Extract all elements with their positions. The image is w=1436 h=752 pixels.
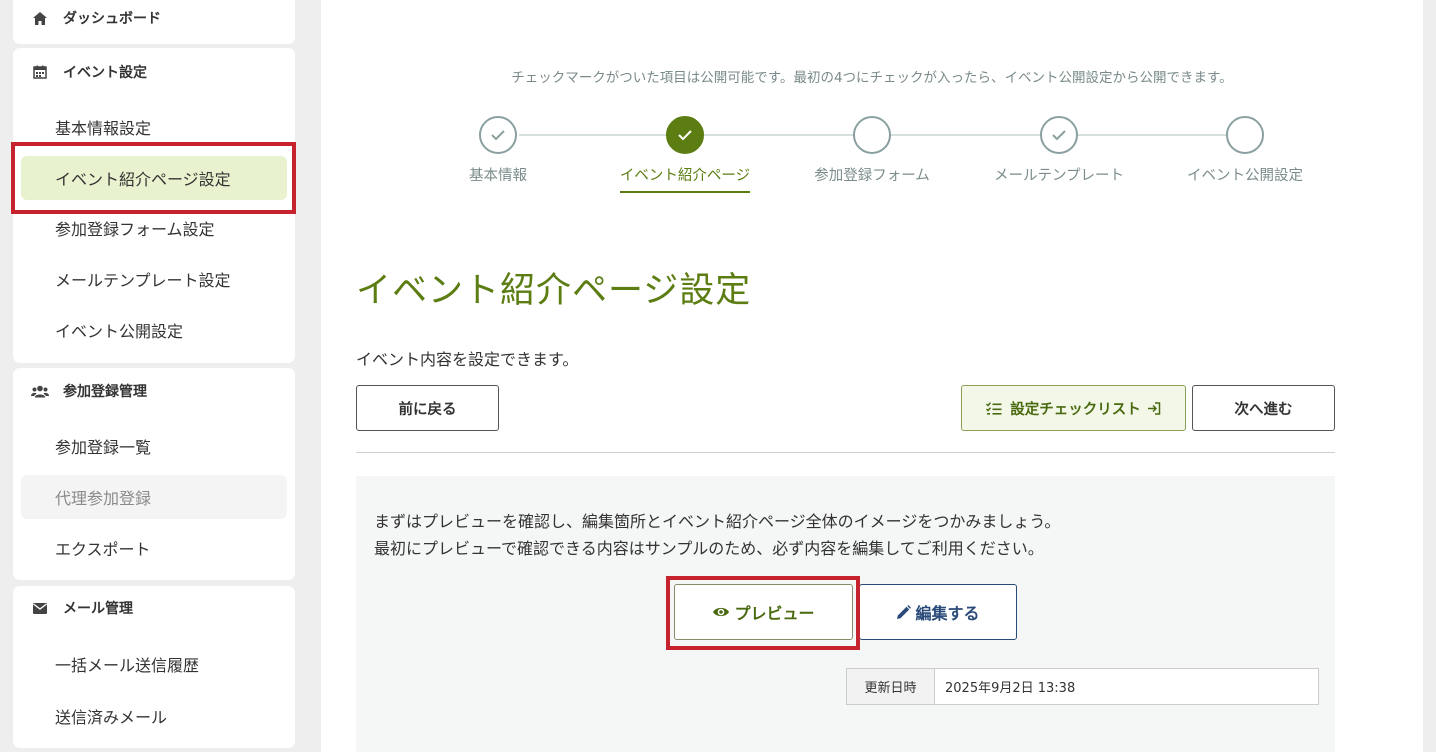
list-check-icon (986, 401, 1002, 415)
sidebar-item-label: 参加登録一覧 (55, 438, 152, 457)
step-basic-info[interactable]: 基本情報 (413, 116, 583, 191)
step-publish-settings[interactable]: イベント公開設定 (1160, 116, 1330, 191)
updated-at-value: 2025年9月2日 13:38 (945, 681, 1076, 696)
step-label: 参加登録フォーム (814, 168, 930, 184)
sidebar-item-label: 代理参加登録 (55, 489, 152, 508)
sidebar-section-event-settings: イベント設定 (13, 52, 147, 92)
step-label: イベント公開設定 (1187, 168, 1303, 184)
step-label: メールテンプレート (993, 168, 1125, 184)
sidebar-section-label: イベント設定 (63, 65, 147, 81)
users-icon (31, 385, 49, 398)
step-check-circle (479, 116, 517, 154)
sidebar-item-label: 基本情報設定 (55, 119, 152, 138)
preview-button[interactable]: プレビュー (674, 584, 853, 640)
mail-card: メール管理 一括メール送信履歴 送信済みメール (13, 586, 295, 748)
step-check-circle (1040, 116, 1078, 154)
check-icon (678, 130, 692, 141)
step-empty-circle (853, 116, 891, 154)
main-content: チェックマークがついた項目は公開可能です。最初の4つにチェックが入ったら、イベン… (321, 0, 1423, 752)
registration-card: 参加登録管理 参加登録一覧 代理参加登録 エクスポート (13, 368, 295, 580)
preview-button-label: プレビュー (734, 604, 815, 623)
pencil-icon (896, 604, 912, 620)
steps-instruction: チェックマークがついた項目は公開可能です。最初の4つにチェックが入ったら、イベン… (511, 70, 1233, 86)
sidebar-dashboard[interactable]: ダッシュボード (13, 0, 161, 38)
step-label: イベント紹介ページ (619, 164, 751, 193)
step-event-page[interactable]: イベント紹介ページ (600, 116, 770, 193)
sidebar-item-proxy-registration: 代理参加登録 (21, 475, 287, 519)
sidebar-item-label: イベント紹介ページ設定 (55, 170, 231, 189)
sidebar-item-label: 参加登録フォーム設定 (55, 220, 215, 239)
sidebar-item-registration-list[interactable]: 参加登録一覧 (21, 424, 287, 468)
sidebar-item-bulk-mail-history[interactable]: 一括メール送信履歴 (21, 642, 287, 686)
sidebar-item-label: イベント公開設定 (55, 322, 184, 341)
sign-in-icon (1147, 401, 1161, 415)
panel-line-1: まずはプレビューを確認し、編集箇所とイベント紹介ページ全体のイメージをつかみまし… (374, 512, 1061, 531)
eye-icon (712, 605, 730, 619)
step-check-circle (666, 116, 704, 154)
progress-steps: 基本情報 イベント紹介ページ 参加登録フォーム メールテンプレート イベント公開… (321, 116, 1423, 206)
home-icon (31, 11, 49, 26)
edit-button-label: 編集する (915, 604, 980, 623)
panel-line-2: 最初にプレビューで確認できる内容はサンプルのため、必ず内容を編集してご利用くださ… (374, 539, 1044, 558)
step-registration-form[interactable]: 参加登録フォーム (787, 116, 957, 191)
sidebar-section-mail: メール管理 (13, 588, 133, 628)
checklist-button[interactable]: 設定チェックリスト (961, 385, 1186, 431)
sidebar-item-mail-template[interactable]: メールテンプレート設定 (21, 257, 287, 301)
preview-panel: まずはプレビューを確認し、編集箇所とイベント紹介ページ全体のイメージをつかみまし… (356, 476, 1335, 752)
step-mail-template[interactable]: メールテンプレート (974, 116, 1144, 191)
next-button-label: 次へ進む (1234, 401, 1293, 418)
updated-at: 更新日時 2025年9月2日 13:38 (846, 668, 1319, 705)
panel-instructions: まずはプレビューを確認し、編集箇所とイベント紹介ページ全体のイメージをつかみまし… (374, 508, 1060, 562)
sidebar-item-label: メールテンプレート設定 (55, 271, 231, 290)
step-label: 基本情報 (469, 168, 527, 184)
edit-button[interactable]: 編集する (859, 584, 1017, 640)
sidebar-item-label: エクスポート (55, 540, 151, 559)
back-button[interactable]: 前に戻る (356, 385, 499, 431)
check-icon (491, 130, 505, 141)
checklist-button-label: 設定チェックリスト (1010, 401, 1141, 418)
sidebar-item-export[interactable]: エクスポート (21, 526, 287, 570)
sidebar-dashboard-label: ダッシュボード (63, 11, 161, 27)
envelope-icon (31, 602, 49, 614)
step-empty-circle (1226, 116, 1264, 154)
dashboard-card: ダッシュボード (13, 0, 295, 44)
sidebar-item-sent-mail[interactable]: 送信済みメール (21, 694, 287, 738)
next-button[interactable]: 次へ進む (1192, 385, 1335, 431)
sidebar-item-label: 送信済みメール (55, 708, 168, 727)
section-divider (356, 452, 1335, 453)
sidebar-section-label: 参加登録管理 (63, 384, 147, 400)
check-icon (1052, 130, 1066, 141)
sidebar-section-label: メール管理 (63, 601, 133, 617)
calendar-icon (31, 65, 49, 79)
sidebar-item-event-page[interactable]: イベント紹介ページ設定 (21, 156, 287, 200)
page-title: イベント紹介ページ設定 (356, 271, 752, 311)
sidebar-item-basic-info[interactable]: 基本情報設定 (21, 105, 287, 149)
sidebar-item-label: 一括メール送信履歴 (55, 656, 200, 675)
back-button-label: 前に戻る (398, 401, 457, 418)
updated-at-label: 更新日時 (847, 669, 935, 704)
event-settings-card: イベント設定 基本情報設定 イベント紹介ページ設定 参加登録フォーム設定 メール… (13, 48, 295, 363)
page-description: イベント内容を設定できます。 (356, 350, 579, 369)
sidebar-section-registration: 参加登録管理 (13, 371, 147, 411)
sidebar-item-registration-form[interactable]: 参加登録フォーム設定 (21, 206, 287, 250)
sidebar-item-publish-settings[interactable]: イベント公開設定 (21, 308, 287, 352)
